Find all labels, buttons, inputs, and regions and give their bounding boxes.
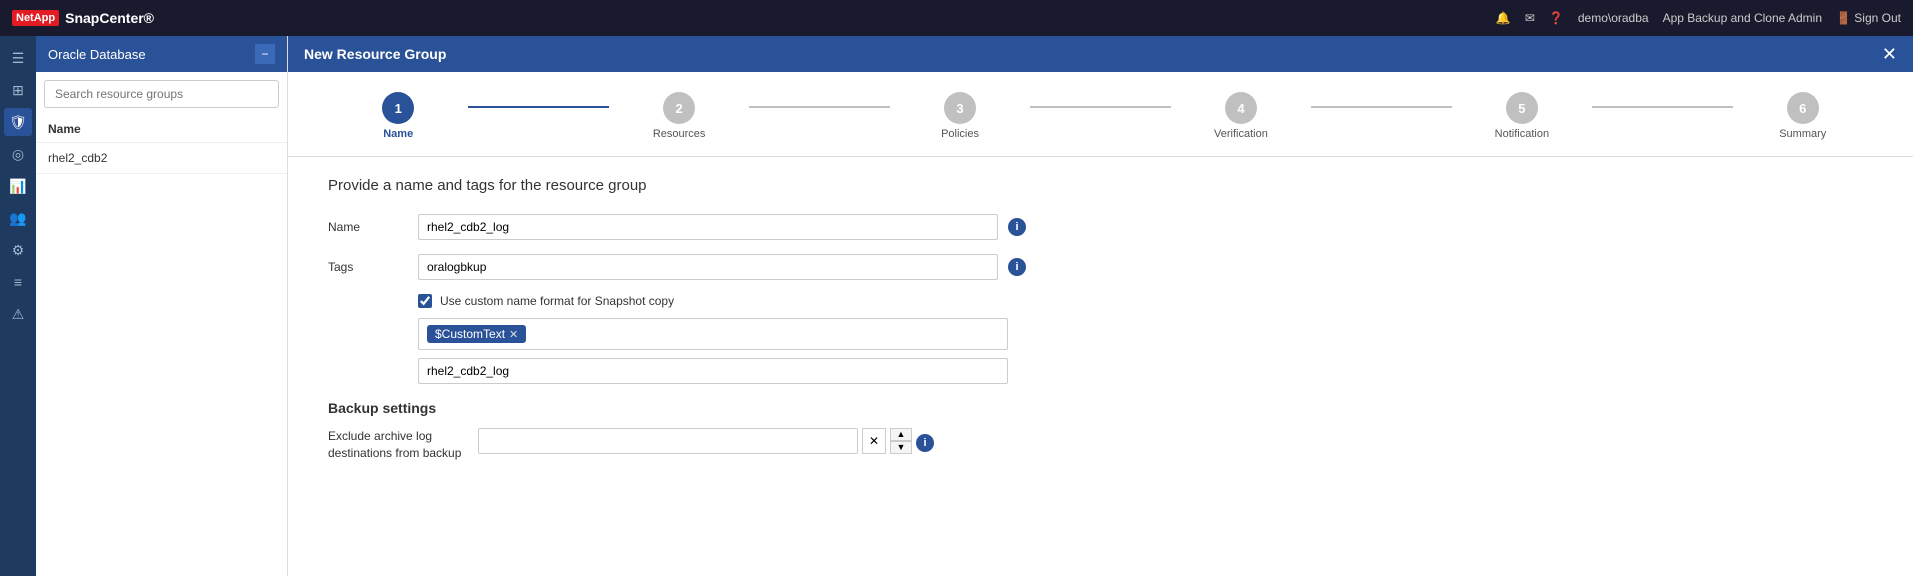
role-label: App Backup and Clone Admin xyxy=(1663,11,1822,25)
signout-button[interactable]: 🚪 Sign Out xyxy=(1836,11,1901,25)
tags-info-icon[interactable]: i xyxy=(1008,258,1026,276)
tags-label: Tags xyxy=(328,254,408,274)
resource-list-column-header: Name xyxy=(36,116,287,143)
custom-name-checkbox-row: Use custom name format for Snapshot copy xyxy=(418,294,1873,308)
db-label: Oracle Database xyxy=(48,47,146,62)
name-label: Name xyxy=(328,214,408,234)
people-nav-icon[interactable]: 👥 xyxy=(4,204,32,232)
step-label-6: Summary xyxy=(1779,128,1826,140)
backup-section-title: Backup settings xyxy=(328,400,1873,416)
user-info: demo\oradba xyxy=(1578,11,1649,25)
topology-nav-icon[interactable]: ⚙ xyxy=(4,236,32,264)
shield-nav-icon[interactable]: 🛡 xyxy=(4,108,32,136)
tags-row: Tags i xyxy=(328,254,1873,280)
exclude-archive-input-group: ✕ ▲ ▼ i xyxy=(478,428,934,454)
spinner-down-button[interactable]: ▼ xyxy=(890,441,912,454)
step-circle-1[interactable]: 1 xyxy=(382,92,414,124)
step-label-3: Policies xyxy=(941,128,979,140)
step-connector-4-5 xyxy=(1311,106,1451,108)
bell-icon[interactable]: 🔔 xyxy=(1496,11,1511,25)
collapse-sidebar-button[interactable]: − xyxy=(255,44,275,64)
grid-nav-icon[interactable]: ⊞ xyxy=(4,76,32,104)
form-title: Provide a name and tags for the resource… xyxy=(328,177,1873,194)
stepper-container: 1 Name 2 Resources 3 Policies xyxy=(288,72,1913,157)
step-2: 2 Resources xyxy=(609,92,749,140)
warning-nav-icon[interactable]: ⚠ xyxy=(4,300,32,328)
resource-sidebar-header: Oracle Database − xyxy=(36,36,287,72)
stepper: 1 Name 2 Resources 3 Policies xyxy=(328,92,1873,140)
step-circle-5[interactable]: 5 xyxy=(1506,92,1538,124)
step-label-4: Verification xyxy=(1214,128,1268,140)
resource-list-item[interactable]: rhel2_cdb2 xyxy=(36,143,287,174)
step-connector-5-6 xyxy=(1592,106,1732,108)
product-name: SnapCenter® xyxy=(65,10,154,26)
custom-name-checkbox-label: Use custom name format for Snapshot copy xyxy=(440,294,674,308)
exclude-archive-info-icon[interactable]: i xyxy=(916,434,934,452)
step-5: 5 Notification xyxy=(1452,92,1592,140)
close-button[interactable]: ✕ xyxy=(1882,45,1897,63)
content-title: New Resource Group xyxy=(304,46,446,62)
exclude-archive-input[interactable] xyxy=(478,428,858,454)
step-6: 6 Summary xyxy=(1733,92,1873,140)
custom-text-tag-label: $CustomText xyxy=(435,327,505,341)
step-connector-1-2 xyxy=(468,106,608,108)
top-nav-right: 🔔 ✉ ❓ demo\oradba App Backup and Clone A… xyxy=(1496,11,1901,25)
menu-nav-icon[interactable]: ☰ xyxy=(4,44,32,72)
content-header: New Resource Group ✕ xyxy=(288,36,1913,72)
custom-text-tag-close[interactable]: ✕ xyxy=(509,328,518,341)
step-1: 1 Name xyxy=(328,92,468,140)
step-circle-2[interactable]: 2 xyxy=(663,92,695,124)
top-nav-left: NetApp SnapCenter® xyxy=(12,10,154,26)
tags-input[interactable] xyxy=(418,254,998,280)
exclude-archive-clear-button[interactable]: ✕ xyxy=(862,428,886,454)
step-4: 4 Verification xyxy=(1171,92,1311,140)
exclude-archive-row: Exclude archive log destinations from ba… xyxy=(328,428,1873,462)
spinner-group: ▲ ▼ xyxy=(890,428,912,454)
spinner-up-button[interactable]: ▲ xyxy=(890,428,912,441)
mail-icon[interactable]: ✉ xyxy=(1525,11,1535,25)
netapp-logo: NetApp xyxy=(12,10,59,26)
search-container xyxy=(36,72,287,116)
name-info-icon[interactable]: i xyxy=(1008,218,1026,236)
help-icon[interactable]: ❓ xyxy=(1549,11,1564,25)
circle-nav-icon[interactable]: ◎ xyxy=(4,140,32,168)
app-logo: NetApp SnapCenter® xyxy=(12,10,154,26)
barchart-nav-icon[interactable]: 📊 xyxy=(4,172,32,200)
step-3: 3 Policies xyxy=(890,92,1030,140)
step-label-5: Notification xyxy=(1495,128,1549,140)
list-nav-icon[interactable]: ≡ xyxy=(4,268,32,296)
exclude-archive-label: Exclude archive log destinations from ba… xyxy=(328,428,468,462)
top-navbar: NetApp SnapCenter® 🔔 ✉ ❓ demo\oradba App… xyxy=(0,0,1913,36)
main-layout: ☰ ⊞ 🛡 ◎ 📊 👥 ⚙ ≡ ⚠ Oracle Database − Name… xyxy=(0,36,1913,576)
main-content: New Resource Group ✕ 1 Name 2 Resources xyxy=(288,36,1913,576)
custom-name-checkbox[interactable] xyxy=(418,294,432,308)
form-area: Provide a name and tags for the resource… xyxy=(288,157,1913,576)
custom-name-input[interactable] xyxy=(418,358,1008,384)
step-circle-6[interactable]: 6 xyxy=(1787,92,1819,124)
search-input[interactable] xyxy=(44,80,279,108)
icon-sidebar: ☰ ⊞ 🛡 ◎ 📊 👥 ⚙ ≡ ⚠ xyxy=(0,36,36,576)
step-label-2: Resources xyxy=(653,128,706,140)
name-row: Name i xyxy=(328,214,1873,240)
step-connector-2-3 xyxy=(749,106,889,108)
step-label-1: Name xyxy=(383,128,413,140)
step-connector-3-4 xyxy=(1030,106,1170,108)
step-circle-3[interactable]: 3 xyxy=(944,92,976,124)
resource-sidebar: Oracle Database − Name rhel2_cdb2 xyxy=(36,36,288,576)
step-circle-4[interactable]: 4 xyxy=(1225,92,1257,124)
custom-text-tag: $CustomText ✕ xyxy=(427,325,526,343)
custom-text-tag-area: $CustomText ✕ xyxy=(418,318,1008,350)
name-input[interactable] xyxy=(418,214,998,240)
